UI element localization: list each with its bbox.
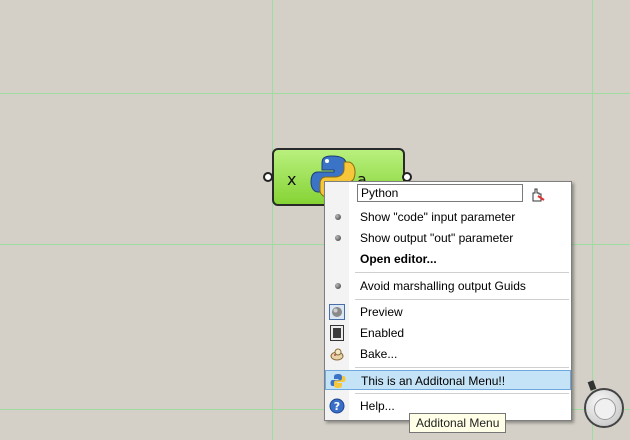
grid-line xyxy=(0,93,630,94)
menu-item-label: Preview xyxy=(360,305,403,319)
rename-hand-icon[interactable] xyxy=(529,186,545,202)
help-icon: ? xyxy=(329,398,345,414)
menu-item-avoid-marshalling[interactable]: Avoid marshalling output Guids xyxy=(325,276,571,296)
bake-icon xyxy=(330,348,344,361)
menu-separator xyxy=(355,367,569,368)
menu-item-label: Avoid marshalling output Guids xyxy=(360,279,526,293)
menu-item-label: Show "code" input parameter xyxy=(360,210,516,224)
menu-separator xyxy=(355,272,569,273)
python-icon xyxy=(330,374,346,388)
menu-item-preview[interactable]: Preview xyxy=(325,302,571,322)
menu-item-show-code-input[interactable]: Show "code" input parameter xyxy=(325,207,571,227)
menu-item-label: Open editor... xyxy=(360,252,437,266)
menu-item-enabled[interactable]: Enabled xyxy=(325,323,571,343)
enabled-icon xyxy=(330,325,344,341)
bullet-icon xyxy=(335,283,341,289)
tooltip: Additonal Menu xyxy=(409,413,507,433)
menu-item-label: Help... xyxy=(360,399,395,413)
preview-icon xyxy=(329,304,345,320)
menu-separator xyxy=(355,299,569,300)
input-grip[interactable] xyxy=(263,172,273,182)
input-param-label: x xyxy=(287,170,297,189)
navigation-widget-center-icon xyxy=(594,398,616,420)
grid-line xyxy=(592,0,593,440)
menu-item-bake[interactable]: Bake... xyxy=(325,344,571,364)
component-name-input[interactable]: Python xyxy=(357,184,523,202)
context-menu: Python Show "code" input parameter Show … xyxy=(324,181,572,421)
bullet-icon xyxy=(335,235,341,241)
menu-item-label: This is an Additonal Menu!! xyxy=(361,374,506,388)
grid-line xyxy=(272,0,273,440)
svg-text:?: ? xyxy=(334,400,340,413)
navigation-widget[interactable] xyxy=(584,388,624,428)
menu-separator xyxy=(355,393,569,394)
menu-item-label: Bake... xyxy=(360,347,398,361)
bullet-icon xyxy=(335,214,341,220)
menu-item-additional-menu[interactable]: This is an Additonal Menu!! xyxy=(325,370,571,390)
menu-item-label: Show output "out" parameter xyxy=(360,231,514,245)
menu-item-open-editor[interactable]: Open editor... xyxy=(325,249,571,269)
menu-item-show-output-out[interactable]: Show output "out" parameter xyxy=(325,228,571,248)
menu-item-label: Enabled xyxy=(360,326,405,340)
